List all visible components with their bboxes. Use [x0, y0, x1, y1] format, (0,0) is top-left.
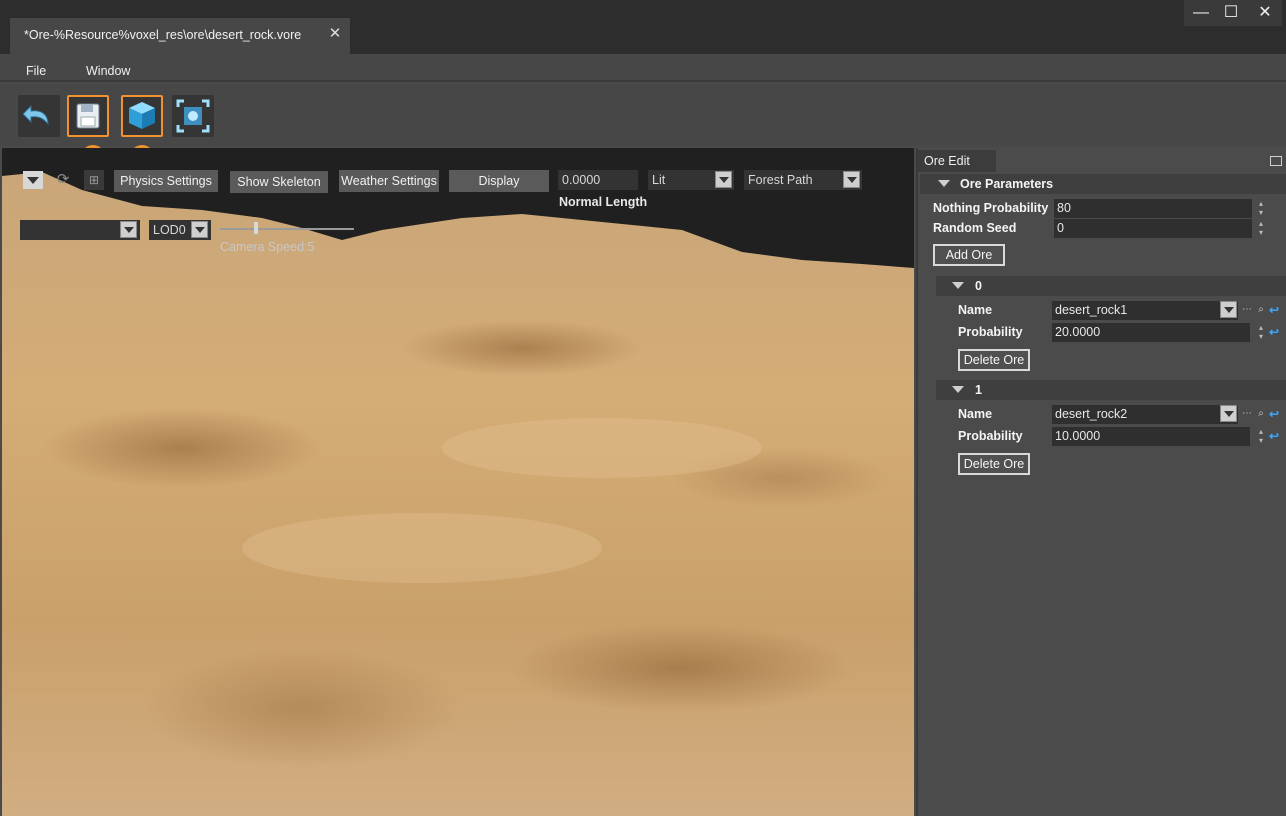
undo-icon [22, 104, 49, 126]
fit-view-button[interactable] [172, 95, 214, 137]
ore-0-name-label: Name [958, 303, 993, 317]
chevron-down-icon [715, 171, 732, 188]
ore-1-index: 1 [975, 383, 982, 397]
minimize-button[interactable]: — [1184, 0, 1218, 26]
lighting-mode-select[interactable]: Lit [648, 170, 734, 190]
ore-parameters-header[interactable]: Ore Parameters [920, 174, 1286, 194]
pin-icon[interactable] [1270, 156, 1282, 166]
show-skeleton-button[interactable]: Show Skeleton [230, 171, 328, 193]
ore-0-name-value: desert_rock1 [1055, 303, 1128, 317]
revert-icon[interactable]: ↩ [1268, 408, 1280, 420]
toolbar [0, 84, 1286, 146]
chevron-down-icon [1220, 405, 1237, 422]
delete-ore-0-button[interactable]: Delete Ore [958, 349, 1030, 371]
nothing-probability-label: Nothing Probability [933, 201, 1049, 215]
display-button[interactable]: Display [449, 170, 549, 192]
scene-viewport[interactable]: ⟳ ⊞ Physics Settings Show Skeleton Weath… [2, 148, 914, 816]
ore-1-name-value: desert_rock2 [1055, 407, 1128, 421]
camera-select[interactable] [20, 220, 140, 240]
viewport-menu-button[interactable] [23, 171, 43, 189]
ore-1-probability-input[interactable]: 10.0000 [1052, 427, 1250, 446]
nothing-probability-spinner[interactable]: ▴ ▾ [1256, 199, 1266, 218]
chevron-down-icon [1220, 301, 1237, 318]
menu-file[interactable]: File [26, 64, 46, 78]
document-tab[interactable]: *Ore-%Resource%voxel_res\ore\desert_rock… [10, 18, 350, 54]
camera-speed-slider[interactable] [220, 222, 354, 234]
ore-edit-panel: Ore Edit Ore Parameters Nothing Probabil… [916, 148, 1286, 816]
camera-speed-slider-handle[interactable] [254, 222, 258, 234]
title-bar: *Ore-%Resource%voxel_res\ore\desert_rock… [0, 0, 1286, 54]
menu-window[interactable]: Window [86, 64, 130, 78]
collapse-triangle-icon [938, 180, 950, 187]
random-seed-spinner[interactable]: ▴ ▾ [1256, 219, 1266, 238]
normal-length-input[interactable]: 0.0000 [558, 170, 638, 190]
ore-0-probability-label: Probability [958, 325, 1023, 339]
ore-edit-tab[interactable]: Ore Edit [918, 150, 996, 172]
search-icon[interactable]: ⌕ [1255, 408, 1267, 420]
revert-icon[interactable]: ↩ [1268, 326, 1280, 338]
close-tab-icon[interactable]: ✕ [326, 25, 344, 43]
ore-1-probability-spinner[interactable]: ▴ ▾ [1256, 427, 1266, 446]
random-seed-input[interactable]: 0 [1054, 219, 1252, 238]
random-seed-label: Random Seed [933, 221, 1017, 235]
close-window-button[interactable]: ✕ [1248, 0, 1282, 26]
ore-0-index: 0 [975, 279, 982, 293]
ore-0-probability-spinner[interactable]: ▴ ▾ [1256, 323, 1266, 342]
collapse-triangle-icon [952, 282, 964, 289]
add-ore-button[interactable]: Add Ore [933, 244, 1005, 266]
normal-length-label: Normal Length [559, 195, 648, 209]
search-icon[interactable]: ⌕ [1255, 304, 1267, 316]
weather-settings-button[interactable]: Weather Settings [339, 170, 439, 192]
collapse-triangle-icon [952, 386, 964, 393]
menu-bar: File Window [0, 54, 1286, 82]
desert-terrain [2, 172, 914, 816]
nothing-probability-input[interactable]: 80 [1054, 199, 1252, 218]
undo-button[interactable] [18, 95, 60, 137]
lighting-mode-value: Lit [652, 173, 666, 187]
build-resource-button[interactable] [121, 95, 163, 137]
ore-1-name-select[interactable]: desert_rock2 [1052, 405, 1238, 424]
grid-icon[interactable]: ⊞ [84, 170, 104, 190]
environment-select[interactable]: Forest Path [744, 170, 862, 190]
ore-1-header[interactable]: 1 [936, 380, 1286, 400]
chevron-down-icon [843, 171, 860, 188]
ore-0-name-select[interactable]: desert_rock1 [1052, 301, 1238, 320]
chevron-down-icon [27, 177, 39, 184]
camera-speed-label: Camera Speed:5 [220, 240, 315, 254]
refresh-icon[interactable]: ⟳ [54, 170, 72, 190]
revert-icon[interactable]: ↩ [1268, 430, 1280, 442]
cube-icon [129, 102, 155, 129]
ore-1-name-label: Name [958, 407, 993, 421]
chevron-down-icon [191, 221, 208, 238]
save-button[interactable] [67, 95, 109, 137]
ore-0-probability-input[interactable]: 20.0000 [1052, 323, 1250, 342]
environment-value: Forest Path [748, 173, 813, 187]
document-tab-title: *Ore-%Resource%voxel_res\ore\desert_rock… [24, 28, 302, 42]
browse-icon[interactable]: ⋯ [1241, 408, 1253, 420]
revert-icon[interactable]: ↩ [1268, 304, 1280, 316]
ore-0-header[interactable]: 0 [936, 276, 1286, 296]
ore-1-probability-label: Probability [958, 429, 1023, 443]
physics-settings-button[interactable]: Physics Settings [114, 170, 218, 192]
lod-value: LOD0 [153, 223, 186, 237]
fit-view-icon [176, 99, 210, 133]
lod-select[interactable]: LOD0 [149, 220, 211, 240]
maximize-button[interactable]: ☐ [1214, 0, 1248, 26]
ore-parameters-title: Ore Parameters [960, 177, 1054, 191]
save-icon [76, 103, 100, 129]
browse-icon[interactable]: ⋯ [1241, 304, 1253, 316]
chevron-down-icon [120, 221, 137, 238]
delete-ore-1-button[interactable]: Delete Ore [958, 453, 1030, 475]
